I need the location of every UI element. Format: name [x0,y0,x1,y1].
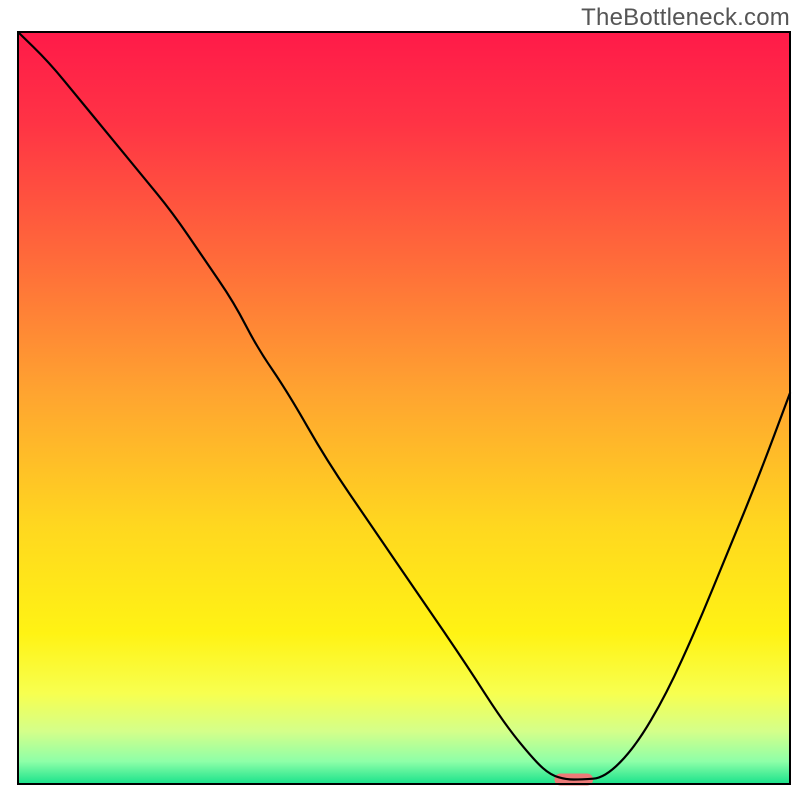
plot-area [18,32,790,786]
bottleneck-chart: TheBottleneck.com [0,0,800,800]
watermark-text: TheBottleneck.com [581,4,790,32]
chart-svg [0,0,800,800]
gradient-background [18,32,790,784]
